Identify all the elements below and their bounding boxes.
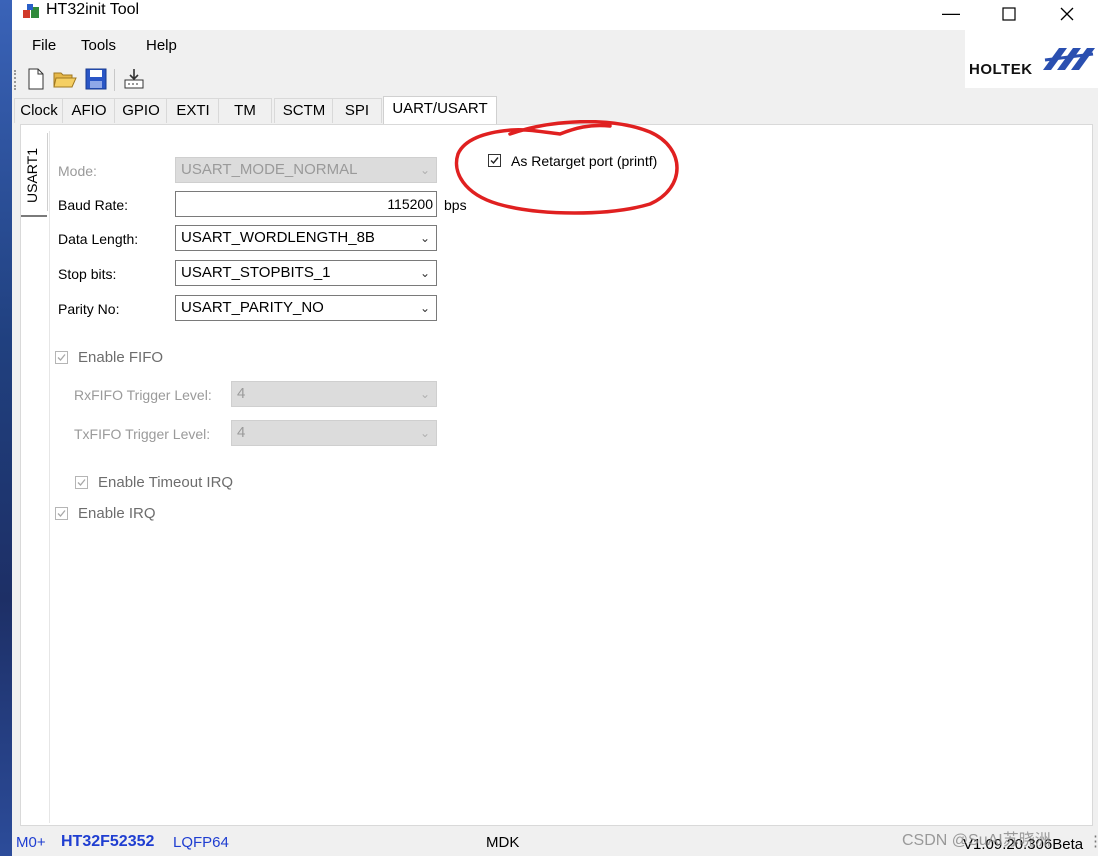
chevron-down-icon: ⌄ <box>419 301 430 315</box>
logo-text: HOLTEK <box>969 61 1033 78</box>
chevron-down-icon: ⌄ <box>419 426 430 440</box>
rx-fifo-value: 4 <box>237 385 246 402</box>
minimize-button[interactable]: — <box>922 0 980 30</box>
toolbar <box>12 64 212 94</box>
tab-sctm[interactable]: SCTM <box>274 98 334 123</box>
toolbar-separator <box>114 69 115 91</box>
tab-content-panel: USART1 Mode: USART_MODE_NORMAL ⌄ Baud Ra… <box>20 124 1093 826</box>
stop-bits-label: Stop bits: <box>58 266 117 282</box>
tab-afio[interactable]: AFIO <box>62 98 116 123</box>
close-button[interactable] <box>1038 0 1096 30</box>
status-core: M0+ <box>16 834 46 851</box>
status-chip: HT32F52352 <box>61 833 155 850</box>
mode-label: Mode: <box>58 163 97 179</box>
chevron-down-icon: ⌄ <box>419 231 430 245</box>
tab-tm[interactable]: TM <box>218 98 272 123</box>
rx-fifo-select[interactable]: 4 ⌄ <box>231 381 437 407</box>
data-length-value: USART_WORDLENGTH_8B <box>181 229 375 246</box>
new-file-icon[interactable] <box>24 67 48 91</box>
status-ide: MDK <box>486 834 520 851</box>
tab-gpio[interactable]: GPIO <box>114 98 168 123</box>
tab-clock[interactable]: Clock <box>14 98 64 123</box>
menu-tools[interactable]: Tools <box>81 37 116 54</box>
menu-help[interactable]: Help <box>146 37 177 54</box>
status-grip-icon: ⋮ <box>1088 833 1098 850</box>
mode-select-value: USART_MODE_NORMAL <box>181 161 358 178</box>
menu-bar: File Tools Help <box>12 30 962 60</box>
download-icon[interactable] <box>122 67 146 91</box>
chevron-down-icon: ⌄ <box>419 266 430 280</box>
enable-fifo-checkbox[interactable] <box>55 351 68 364</box>
holtek-mark-icon <box>1043 48 1095 70</box>
baud-rate-label: Baud Rate: <box>58 197 129 213</box>
parity-select[interactable]: USART_PARITY_NO ⌄ <box>175 295 437 321</box>
window-title: HT32init Tool <box>46 1 140 18</box>
holtek-logo: HOLTEK <box>965 30 1098 88</box>
chevron-down-icon: ⌄ <box>419 163 430 177</box>
maximize-button[interactable] <box>980 0 1038 30</box>
usart-settings-panel: Mode: USART_MODE_NORMAL ⌄ Baud Rate: 115… <box>49 131 1091 823</box>
chevron-down-icon: ⌄ <box>419 387 430 401</box>
enable-irq-checkbox[interactable] <box>55 507 68 520</box>
data-length-select[interactable]: USART_WORDLENGTH_8B ⌄ <box>175 225 437 251</box>
app-window: HT32init Tool — File Tools Help HOLTEK C… <box>12 0 1098 856</box>
tx-fifo-label: TxFIFO Trigger Level: <box>74 426 211 442</box>
parity-label: Parity No: <box>58 301 120 317</box>
save-icon[interactable] <box>84 67 108 91</box>
rx-fifo-label: RxFIFO Trigger Level: <box>74 387 212 403</box>
enable-timeout-irq-checkbox[interactable] <box>75 476 88 489</box>
toolbar-grip[interactable] <box>14 70 19 90</box>
menu-file[interactable]: File <box>32 37 56 54</box>
stop-bits-value: USART_STOPBITS_1 <box>181 264 331 281</box>
baud-rate-input[interactable]: 115200 <box>175 191 437 217</box>
enable-timeout-irq-label: Enable Timeout IRQ <box>98 474 234 491</box>
status-package: LQFP64 <box>173 834 229 851</box>
enable-irq-label: Enable IRQ <box>78 505 156 522</box>
data-length-label: Data Length: <box>58 231 139 247</box>
red-annotation-circle <box>454 120 679 215</box>
app-icon <box>22 3 40 19</box>
open-folder-icon[interactable] <box>52 67 77 91</box>
mode-select[interactable]: USART_MODE_NORMAL ⌄ <box>175 157 437 183</box>
enable-fifo-label: Enable FIFO <box>78 349 164 366</box>
desktop-background <box>0 0 12 856</box>
side-tab-usart1[interactable]: USART1 <box>21 133 48 217</box>
stop-bits-select[interactable]: USART_STOPBITS_1 ⌄ <box>175 260 437 286</box>
side-tab-underline <box>21 215 47 217</box>
tx-fifo-select[interactable]: 4 ⌄ <box>231 420 437 446</box>
title-bar: HT32init Tool — <box>12 0 1098 30</box>
side-tab-label: USART1 <box>24 148 40 203</box>
tab-exti[interactable]: EXTI <box>166 98 220 123</box>
tab-spi[interactable]: SPI <box>332 98 382 123</box>
tx-fifo-value: 4 <box>237 424 246 441</box>
watermark: CSDN @SuAI苏晓洲 <box>902 832 1051 849</box>
parity-value: USART_PARITY_NO <box>181 299 324 316</box>
